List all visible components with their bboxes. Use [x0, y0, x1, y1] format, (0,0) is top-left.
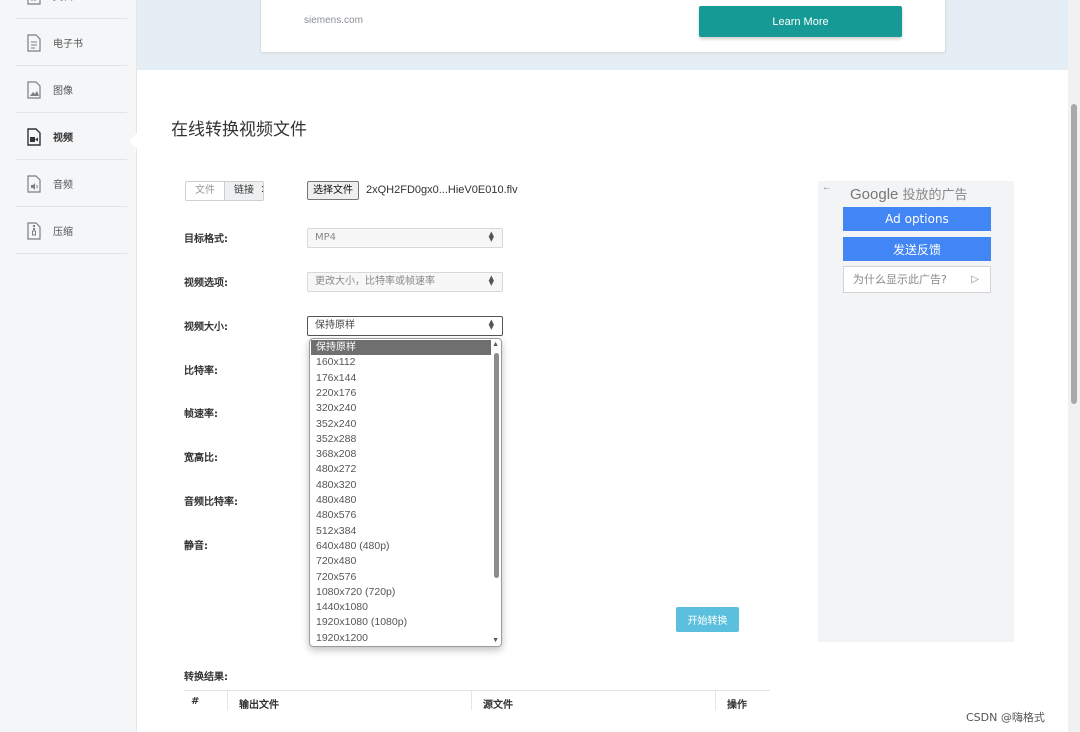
column-header-index: # [191, 696, 200, 707]
column-header-source: 源文件 [483, 700, 513, 711]
column-header-output: 输出文件 [239, 700, 279, 711]
sidebar-item-label: 文档 [53, 0, 73, 3]
sidebar-item-label: 视频 [53, 133, 73, 144]
watermark: CSDN @嗨格式 [966, 711, 1045, 724]
video-size-option[interactable]: 352x240 [311, 417, 491, 432]
scroll-down-arrow-icon[interactable]: ▼ [492, 637, 499, 644]
column-divider [471, 690, 472, 710]
page-scrollbar-thumb[interactable] [1071, 104, 1077, 404]
video-size-option[interactable]: 720x480 [311, 554, 491, 569]
active-indicator [129, 133, 137, 149]
video-size-label: 视频大小: [184, 322, 228, 333]
select-value: MP4 [315, 232, 337, 243]
video-size-option[interactable]: 640x480 (480p) [311, 539, 491, 554]
select-arrows-icon: ▲ ▼ [488, 318, 494, 331]
sidebar-item-documents[interactable]: W 文档 [16, 0, 127, 19]
target-format-label: 目标格式: [184, 234, 228, 245]
video-size-option[interactable]: 720x576 [311, 570, 491, 585]
dropdown-scrollbar-thumb[interactable] [494, 353, 499, 578]
sidebar-item-label: 压缩 [53, 227, 73, 238]
sidebar-item-archive[interactable]: 压缩 [16, 208, 127, 254]
result-table-rule [184, 690, 770, 691]
video-size-option[interactable]: 1080x720 (720p) [311, 585, 491, 600]
video-options-select[interactable]: 更改大小，比特率或帧速率 ▲ ▼ [307, 272, 503, 292]
source-tabs: 文件 链接 [185, 181, 264, 201]
mute-label: 静音: [184, 541, 208, 552]
start-convert-button[interactable]: 开始转换 [676, 607, 739, 632]
target-format-select[interactable]: MP4 ▲ ▼ [307, 228, 503, 248]
video-size-option[interactable]: 480x320 [311, 478, 491, 493]
sidebar: W 文档 电子书 图像 视频 音频 压缩 [0, 0, 137, 732]
select-arrows-icon: ▲ ▼ [488, 230, 494, 243]
play-arrow-icon: ▷ [971, 274, 979, 285]
aspect-ratio-label: 宽高比: [184, 453, 218, 464]
sidebar-item-ebook[interactable]: 电子书 [16, 20, 127, 66]
video-size-option[interactable]: 1920x1200 [311, 631, 491, 646]
frame-rate-label: 帧速率: [184, 409, 218, 420]
video-size-option[interactable]: 480x480 [311, 493, 491, 508]
send-feedback-button[interactable]: 发送反馈 [843, 237, 991, 261]
sidebar-item-label: 音频 [53, 180, 73, 191]
why-this-ad-label: 为什么显示此广告? [853, 273, 947, 286]
selected-file-name: 2xQH2FD0gx0...HieV0E010.flv [366, 184, 518, 196]
bitrate-label: 比特率: [184, 366, 218, 377]
video-size-option[interactable]: 220x176 [311, 386, 491, 401]
page-title: 在线转换视频文件 [171, 120, 307, 140]
learn-more-button[interactable]: Learn More [699, 6, 902, 37]
sidebar-item-label: 电子书 [53, 39, 83, 50]
google-wordmark: Google [850, 186, 899, 203]
tabs-colon: : [261, 183, 265, 195]
svg-text:W: W [30, 0, 37, 3]
video-size-option[interactable]: 480x272 [311, 462, 491, 477]
ad-options-button[interactable]: Ad options [843, 207, 991, 231]
ads-by-label: 投放的广告 [902, 188, 968, 203]
google-ads-heading: Google 投放的广告 [850, 184, 968, 203]
scroll-up-arrow-icon[interactable]: ▲ [492, 341, 499, 348]
audio-file-icon [26, 174, 42, 193]
video-size-option[interactable]: 352x288 [311, 432, 491, 447]
video-size-option[interactable]: 320x240 [311, 401, 491, 416]
video-size-option[interactable]: 512x384 [311, 524, 491, 539]
column-divider [715, 690, 716, 710]
sidebar-item-audio[interactable]: 音频 [16, 161, 127, 207]
video-file-icon [26, 127, 42, 146]
video-size-option[interactable]: 368x208 [311, 447, 491, 462]
tab-file[interactable]: 文件 [186, 182, 224, 200]
video-size-option[interactable]: 1920x1080 (1080p) [311, 615, 491, 630]
video-size-option[interactable]: 480x576 [311, 508, 491, 523]
video-size-option[interactable]: 176x144 [311, 371, 491, 386]
sidebar-item-video[interactable]: 视频 [16, 114, 127, 160]
video-size-option[interactable]: 保持原样 [311, 340, 491, 356]
video-options-label: 视频选项: [184, 278, 228, 289]
select-value: 保持原样 [315, 320, 355, 331]
dropdown-scrollbar[interactable]: ▲ ▼ [491, 339, 501, 646]
banner-ad-url[interactable]: siemens.com [304, 15, 363, 26]
result-label: 转换结果: [184, 672, 228, 683]
video-size-dropdown[interactable]: 保持原样 160x112 176x144 220x176 320x240 352… [309, 338, 502, 647]
video-size-select[interactable]: 保持原样 ▲ ▼ [307, 316, 503, 336]
tab-link[interactable]: 链接 [224, 182, 263, 200]
ebook-icon [26, 33, 42, 52]
video-size-option[interactable]: 160x112 [311, 355, 491, 370]
video-size-option[interactable]: 1440x1080 [311, 600, 491, 615]
audio-bitrate-label: 音频比特率: [184, 497, 238, 508]
sidebar-item-label: 图像 [53, 86, 73, 97]
select-arrows-icon: ▲ ▼ [488, 274, 494, 287]
select-value: 更改大小，比特率或帧速率 [315, 276, 435, 287]
image-icon [26, 80, 42, 99]
sidebar-item-image[interactable]: 图像 [16, 67, 127, 113]
back-arrow-icon[interactable]: ← [822, 182, 832, 193]
archive-file-icon [26, 221, 42, 240]
why-this-ad-button[interactable]: 为什么显示此广告? ▷ [843, 266, 991, 293]
choose-file-button[interactable]: 选择文件 [307, 181, 359, 200]
word-doc-icon: W [26, 0, 42, 5]
column-divider [227, 690, 228, 710]
column-header-actions: 操作 [727, 700, 747, 711]
